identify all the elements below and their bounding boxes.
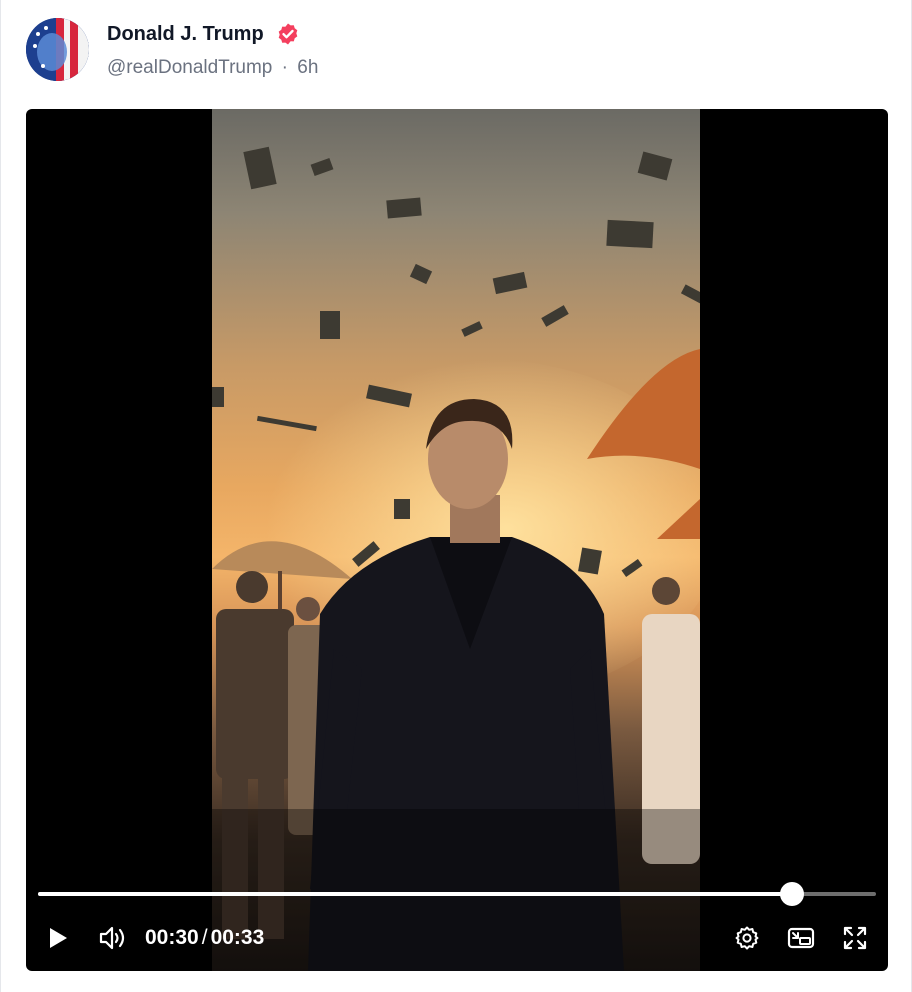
post-header: Donald J. Trump @realDonaldTrump · 6h (26, 18, 886, 84)
time-separator: / (201, 926, 208, 949)
play-icon (50, 928, 67, 948)
volume-button[interactable] (96, 922, 130, 954)
picture-in-picture-button[interactable] (786, 922, 816, 954)
settings-button[interactable] (732, 922, 762, 954)
video-progress-fill (38, 892, 793, 896)
current-time: 00:30 (145, 926, 199, 949)
meta-separator: · (281, 57, 288, 78)
fullscreen-icon (843, 926, 867, 950)
video-progress-handle[interactable] (780, 882, 805, 906)
gear-icon (735, 926, 759, 950)
post-meta: @realDonaldTrump · 6h (107, 56, 318, 80)
video-still (212, 146, 700, 971)
post-card: Donald J. Trump @realDonaldTrump · 6h 00… (0, 0, 912, 992)
video-frame[interactable] (212, 109, 700, 971)
duration: 00:33 (210, 926, 265, 949)
author-handle[interactable]: @realDonaldTrump (107, 57, 272, 78)
author-avatar[interactable] (26, 18, 89, 81)
video-progress-bar[interactable] (38, 882, 876, 906)
video-time: 00:30/00:33 (145, 923, 264, 953)
video-player[interactable]: 00:30/00:33 (26, 109, 888, 971)
picture-in-picture-icon (787, 927, 815, 949)
verified-badge-icon (276, 22, 300, 46)
play-button[interactable] (44, 922, 72, 954)
post-timestamp[interactable]: 6h (297, 57, 318, 78)
author-name[interactable]: Donald J. Trump (107, 22, 264, 46)
volume-icon (99, 926, 125, 950)
fullscreen-button[interactable] (840, 922, 870, 954)
avatar-image (26, 18, 89, 81)
